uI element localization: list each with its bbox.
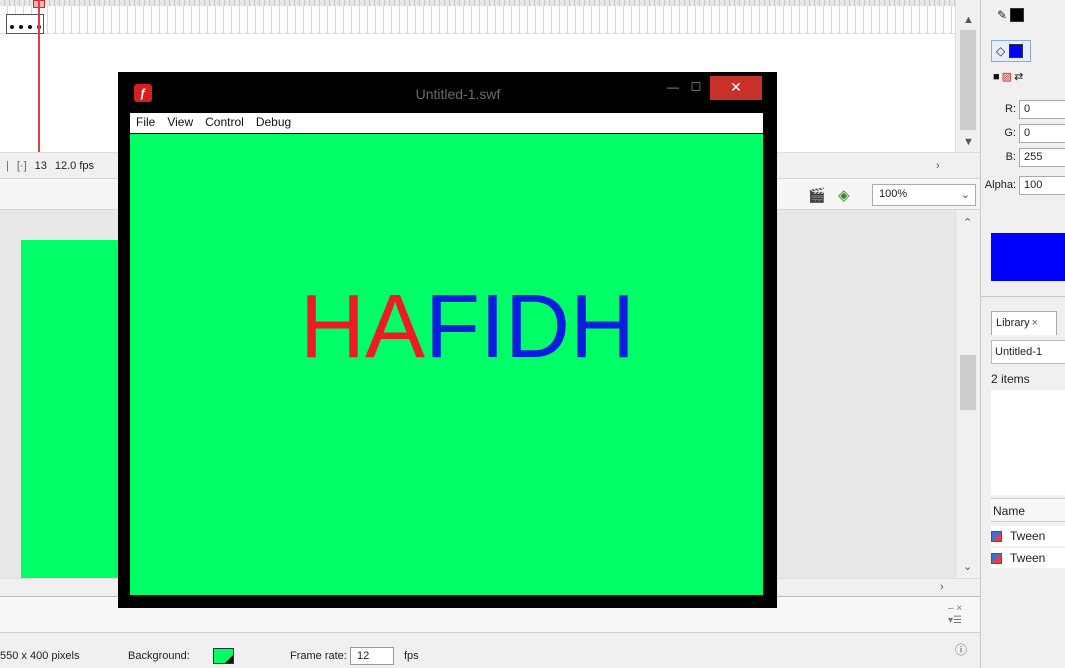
frame-rate-label: Frame rate: xyxy=(290,650,347,662)
stroke-color-swatch[interactable] xyxy=(1010,8,1025,22)
close-icon[interactable]: × xyxy=(1032,317,1038,329)
playhead[interactable] xyxy=(38,0,40,152)
library-name-header[interactable]: Name xyxy=(991,498,1065,522)
background-color-swatch[interactable] xyxy=(213,648,234,664)
stage-canvas[interactable] xyxy=(21,240,131,580)
pencil-icon: ✎ xyxy=(997,8,1008,22)
color-preview xyxy=(991,233,1065,281)
blue-input[interactable]: 255 xyxy=(1019,148,1065,167)
window-title: Untitled-1.swf xyxy=(415,86,501,102)
library-item[interactable]: Tween xyxy=(991,526,1065,546)
swap-colors-icon[interactable]: ⇄ xyxy=(1014,71,1025,83)
current-frame: 13 xyxy=(34,159,47,172)
close-button[interactable]: ✕ xyxy=(710,76,762,100)
green-row: G: 0 xyxy=(981,124,1065,144)
text-red-part: HA xyxy=(300,277,426,377)
background-label: Background: xyxy=(128,650,190,662)
menu-control[interactable]: Control xyxy=(199,113,250,133)
right-panels: ✎ ◇ ■▨⇄ R: 0 G: 0 B: 255 Alpha: 100 Libr xyxy=(980,0,1065,668)
color-swap-icons[interactable]: ■▨⇄ xyxy=(993,70,1025,83)
zoom-select[interactable]: 100% ⌄ xyxy=(872,184,976,206)
green-input[interactable]: 0 xyxy=(1019,124,1065,143)
library-item[interactable]: Tween xyxy=(991,548,1065,568)
timeline-vscroll[interactable]: ▲ ▼ xyxy=(955,0,980,152)
library-item-name: Tween xyxy=(1010,529,1046,543)
onion-skin-icon[interactable]: | xyxy=(6,160,9,172)
keyframe-dot xyxy=(9,25,14,29)
scroll-up-icon[interactable]: ⌃ xyxy=(963,216,972,229)
green-label: G: xyxy=(1004,127,1016,139)
red-label: R: xyxy=(1005,103,1016,115)
menu-file[interactable]: File xyxy=(130,113,161,133)
graphic-symbol-icon xyxy=(991,530,1002,542)
frame-ruler xyxy=(0,0,955,6)
panel-menu-icon[interactable]: ▾☰ xyxy=(948,615,962,626)
library-tab-label: Library xyxy=(996,317,1030,329)
library-document-select[interactable]: Untitled-1 xyxy=(991,340,1065,364)
swf-player-window[interactable]: ƒ Untitled-1.swf — ☐ ✕ File View Control… xyxy=(118,72,777,608)
edit-symbols-icon[interactable]: ◈ xyxy=(838,186,850,204)
frame-strip[interactable] xyxy=(0,0,955,34)
scroll-right-icon[interactable]: › xyxy=(940,581,944,593)
fill-color-tool[interactable]: ◇ xyxy=(991,40,1031,62)
scroll-right-icon[interactable]: › xyxy=(936,160,940,172)
menu-debug[interactable]: Debug xyxy=(250,113,297,133)
collapse-icon[interactable]: – × xyxy=(948,603,962,614)
red-row: R: 0 xyxy=(981,100,1065,120)
stroke-color-tool[interactable]: ✎ xyxy=(997,8,1025,22)
blue-row: B: 255 xyxy=(981,148,1065,168)
maximize-button[interactable]: ☐ xyxy=(684,76,708,100)
frame-rate-input[interactable]: 12 xyxy=(350,647,394,665)
menu-view[interactable]: View xyxy=(161,113,199,133)
alpha-input[interactable]: 100 xyxy=(1019,176,1065,195)
panel-divider[interactable] xyxy=(981,296,1065,300)
library-preview xyxy=(991,390,1065,495)
fps-label: fps xyxy=(404,650,419,662)
chevron-down-icon: ⌄ xyxy=(960,189,970,201)
alpha-row: Alpha: 100 xyxy=(981,176,1065,196)
scroll-down-icon[interactable]: ▼ xyxy=(963,136,974,148)
swf-content-area[interactable]: HAFIDH xyxy=(130,134,763,595)
black-white-icon[interactable]: ■ xyxy=(993,71,1002,83)
edit-scene-icon[interactable]: 🎬 xyxy=(808,187,825,204)
minimize-button[interactable]: — xyxy=(662,76,684,100)
frame-rate-readout: 12.0 fps xyxy=(54,159,95,172)
keyframe-dot xyxy=(18,25,23,29)
paint-bucket-icon: ◇ xyxy=(996,44,1006,58)
stage-size: 550 x 400 pixels xyxy=(0,650,80,662)
window-titlebar[interactable]: ƒ Untitled-1.swf — ☐ ✕ xyxy=(118,72,777,112)
edit-markers-icon[interactable]: [·] xyxy=(17,160,27,172)
flash-player-icon[interactable]: ƒ xyxy=(134,84,152,102)
tab-library[interactable]: Library × xyxy=(991,311,1057,335)
hafidh-text: HAFIDH xyxy=(300,282,635,372)
keyframe-dot xyxy=(27,25,32,29)
library-item-name: Tween xyxy=(1010,551,1046,565)
scroll-thumb[interactable] xyxy=(960,355,976,410)
graphic-symbol-icon xyxy=(991,552,1002,564)
player-menubar: File View Control Debug xyxy=(130,113,763,133)
alpha-label: Alpha: xyxy=(984,179,1016,191)
zoom-value: 100% xyxy=(879,188,908,200)
library-item-count: 2 items xyxy=(991,372,1030,386)
scroll-thumb[interactable] xyxy=(960,30,976,130)
blue-label: B: xyxy=(1005,151,1016,163)
flash-ide-screen: ▲ ▼ | [·] 13 12.0 fps › ▾ 🎬 ◈ 100% ⌄ ⌃ ⌄… xyxy=(0,0,1065,668)
help-icon[interactable]: ⓘ xyxy=(955,641,967,658)
text-blue-part: FIDH xyxy=(425,277,636,377)
scroll-down-icon[interactable]: ⌄ xyxy=(963,560,972,573)
red-input[interactable]: 0 xyxy=(1019,100,1065,119)
scroll-up-icon[interactable]: ▲ xyxy=(963,14,974,26)
fill-color-swatch[interactable] xyxy=(1009,44,1024,58)
no-color-icon[interactable]: ▨ xyxy=(1002,71,1014,83)
stage-vscroll[interactable]: ⌃ ⌄ xyxy=(955,210,980,578)
